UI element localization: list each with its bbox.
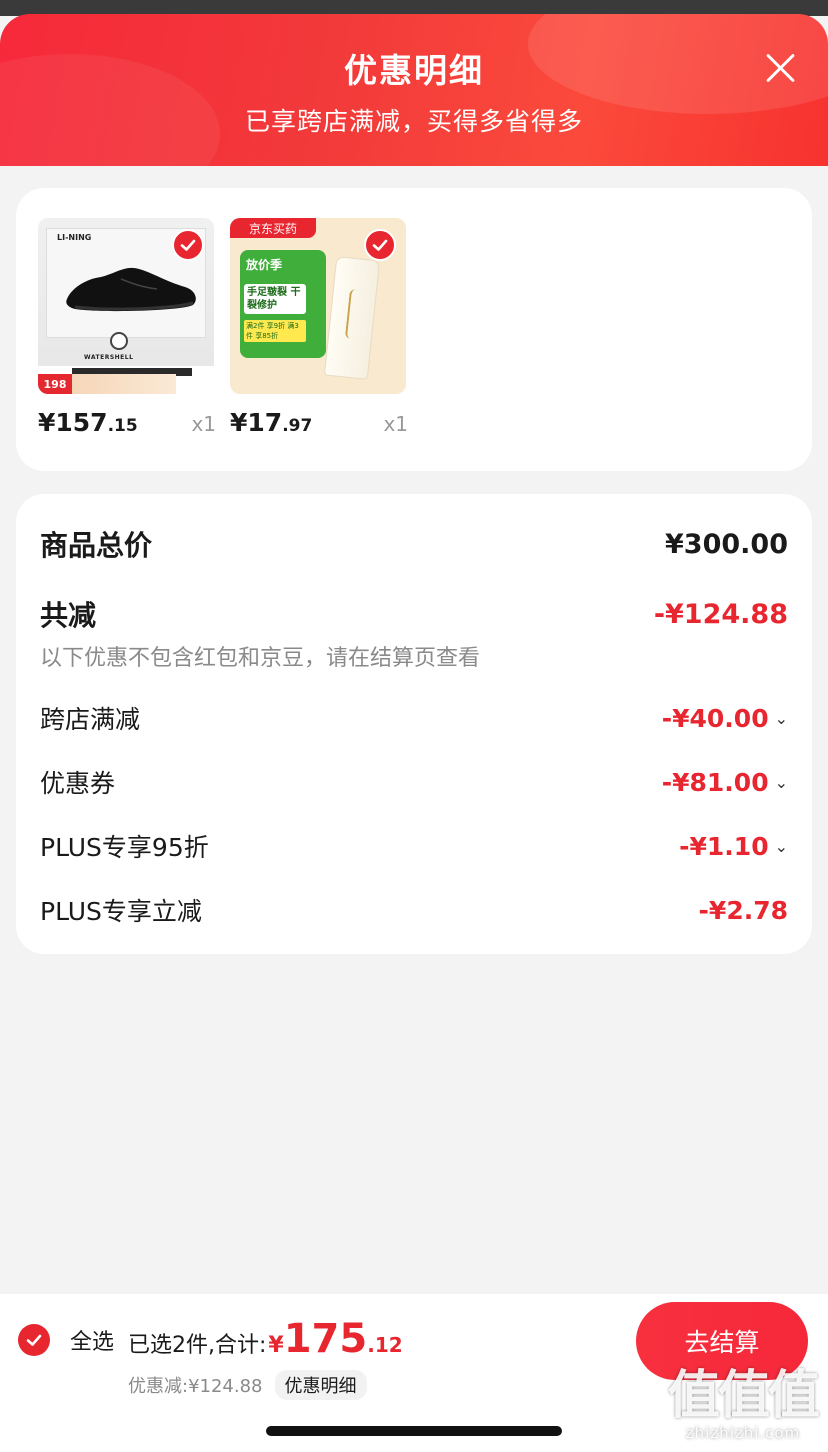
product-item-shoe[interactable]: LI-NING WATERSHELL 198 ¥157.15 x1: [38, 218, 216, 437]
store-tag: 京东买药: [230, 218, 316, 238]
product-quantity: x1: [191, 412, 216, 436]
discount-label: 优惠券: [40, 769, 116, 798]
product-thumbnail-shoe[interactable]: LI-NING WATERSHELL 198: [38, 218, 214, 394]
cream-tube-image: [323, 256, 381, 380]
discount-note: 以下优惠不包含红包和京豆，请在结算页查看: [40, 646, 481, 671]
total-price-row: 商品总价 ¥300.00: [40, 524, 788, 564]
promo-bar-strip: [72, 374, 176, 394]
discount-label: PLUS专享95折: [40, 833, 209, 862]
discount-row-plus-instant: PLUS专享立减 -¥2.78: [40, 892, 788, 928]
discount-amount-text: 优惠减:¥124.88: [128, 1376, 263, 1397]
select-all-label[interactable]: 全选: [70, 1324, 114, 1356]
sum-integer: 175: [283, 1316, 368, 1362]
total-reduce-value: -¥124.88: [653, 598, 788, 630]
total-reduce-label: 共减: [40, 599, 97, 632]
site-watermark: 值值值 zhizhizhi.com: [667, 1366, 820, 1442]
watermark-logo: 值值值: [667, 1366, 820, 1426]
selected-summary: 已选2件,合计: ¥ 175 .12: [128, 1316, 403, 1362]
sum-currency: ¥: [268, 1333, 284, 1358]
checkbox-checked-icon[interactable]: [364, 229, 396, 261]
total-price-value: ¥300.00: [665, 528, 788, 560]
watermark-url: zhizhizhi.com: [685, 1424, 801, 1442]
chevron-down-icon[interactable]: ⌄: [775, 837, 788, 856]
product-price: ¥17.97: [230, 408, 313, 437]
product-quantity: x1: [383, 412, 408, 436]
discount-value: -¥2.78: [698, 895, 788, 925]
watershell-logo-icon: [110, 332, 128, 350]
price-summary-card: 商品总价 ¥300.00 共减 -¥124.88 以下优惠不包含红包和京豆，请在…: [16, 494, 812, 954]
discount-value: -¥81.00: [661, 767, 769, 797]
total-reduce-row: 共减 -¥124.88: [40, 594, 788, 634]
page-subtitle: 已享跨店满减，买得多省得多: [244, 107, 583, 136]
product-price: ¥157.15: [38, 408, 138, 437]
discount-detail-link[interactable]: 优惠明细: [274, 1370, 367, 1400]
checkbox-checked-icon[interactable]: [172, 229, 204, 261]
discount-row-cross-store[interactable]: 跨店满减 -¥40.00 ⌄: [40, 700, 788, 736]
promo-panel: 放价季 手足皲裂 干裂修护 满2件 享9折 满3件 享85折: [240, 250, 326, 358]
discount-label: 跨店满减: [40, 705, 141, 734]
total-price-label: 商品总价: [40, 529, 153, 562]
discount-label: PLUS专享立减: [40, 897, 202, 926]
discount-row-plus-95[interactable]: PLUS专享95折 -¥1.10 ⌄: [40, 828, 788, 864]
discount-value: -¥1.10: [679, 831, 769, 861]
close-icon[interactable]: [764, 52, 796, 84]
shoe-image: [66, 267, 196, 312]
promo-title: 放价季: [246, 258, 283, 272]
promo-sub: 满2件 享9折 满3件 享85折: [244, 320, 306, 342]
discount-row-coupon[interactable]: 优惠券 -¥81.00 ⌄: [40, 764, 788, 800]
watershell-label: WATERSHELL: [84, 354, 134, 361]
chevron-down-icon[interactable]: ⌄: [775, 773, 788, 792]
promo-main: 手足皲裂 干裂修护: [244, 284, 306, 314]
selected-count-text: 已选2件,合计:: [128, 1333, 267, 1358]
home-indicator[interactable]: [266, 1426, 562, 1436]
promo-bar: 198: [38, 366, 214, 394]
discount-detail-header: 优惠明细 已享跨店满减，买得多省得多: [0, 14, 828, 166]
select-all-checkbox-icon[interactable]: [18, 1324, 50, 1356]
discount-summary-line: 优惠减:¥124.88 优惠明细: [128, 1370, 367, 1400]
promo-price: 198: [38, 374, 72, 394]
sum-decimal: .12: [367, 1333, 403, 1357]
discount-value: -¥40.00: [661, 703, 769, 733]
product-card: LI-NING WATERSHELL 198 ¥157.15 x1 京东买药 放…: [16, 188, 812, 471]
page-title: 优惠明细: [344, 51, 484, 90]
product-item-cream[interactable]: 京东买药 放价季 手足皲裂 干裂修护 满2件 享9折 满3件 享85折 ¥17.…: [230, 218, 408, 437]
brand-logo: LI-NING: [57, 233, 92, 242]
chevron-down-icon[interactable]: ⌄: [775, 709, 788, 728]
product-thumbnail-cream[interactable]: 京东买药 放价季 手足皲裂 干裂修护 满2件 享9折 满3件 享85折: [230, 218, 406, 394]
